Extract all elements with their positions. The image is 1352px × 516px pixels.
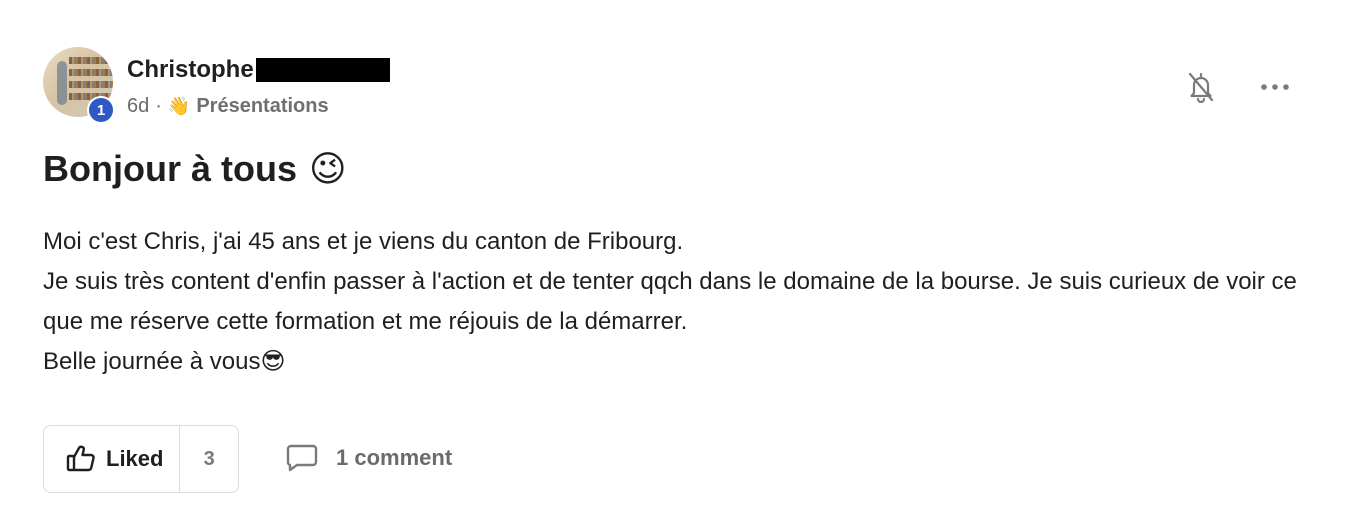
like-group: Liked 3 xyxy=(43,425,239,493)
bell-off-icon xyxy=(1188,72,1214,103)
author-name[interactable]: Christophe xyxy=(127,56,390,84)
more-horizontal-icon xyxy=(1261,84,1289,90)
comment-icon xyxy=(286,444,318,472)
avatar-photo-detail xyxy=(69,69,113,76)
meta-separator: · xyxy=(155,95,162,117)
post-body-line: Je suis très content d'enfin passer à l'… xyxy=(43,268,1297,335)
post-title-text: Bonjour à tous xyxy=(43,148,297,189)
winking-face-icon: 😉 xyxy=(309,148,347,189)
post-card: 1 Christophe 6d · 👋 Présentations Bonjou… xyxy=(0,0,1352,516)
post-meta: 6d · 👋 Présentations xyxy=(127,95,329,118)
avatar-photo-detail xyxy=(69,57,113,64)
avatar-photo-detail xyxy=(69,81,113,88)
post-body-line: Moi c'est Chris, j'ai 45 ans et je viens… xyxy=(43,228,684,255)
thumbs-up-icon xyxy=(66,445,95,472)
author-name-text[interactable]: Christophe xyxy=(127,56,254,84)
post-time[interactable]: 6d xyxy=(127,95,149,118)
avatar-photo-detail xyxy=(57,61,67,105)
post-header-actions xyxy=(1184,70,1292,104)
notifications-toggle-button[interactable] xyxy=(1184,70,1218,104)
like-button[interactable]: Liked xyxy=(44,426,181,492)
like-label: Liked xyxy=(106,446,164,471)
comment-count-label: 1 comment xyxy=(336,445,453,470)
more-options-button[interactable] xyxy=(1258,70,1292,104)
post-title: Bonjour à tous 😉 xyxy=(43,148,347,190)
post-body-line: Belle journée à vous😎 xyxy=(43,348,286,375)
comment-button[interactable]: 1 comment xyxy=(286,443,452,473)
waving-hand-icon: 👋 xyxy=(167,96,191,116)
redacted-surname xyxy=(255,58,390,82)
post-category[interactable]: Présentations xyxy=(196,95,328,118)
author-avatar-wrap[interactable]: 1 xyxy=(43,47,115,124)
like-count[interactable]: 3 xyxy=(180,426,238,492)
level-badge: 1 xyxy=(87,96,115,124)
post-body: Moi c'est Chris, j'ai 45 ans et je viens… xyxy=(43,222,1303,382)
